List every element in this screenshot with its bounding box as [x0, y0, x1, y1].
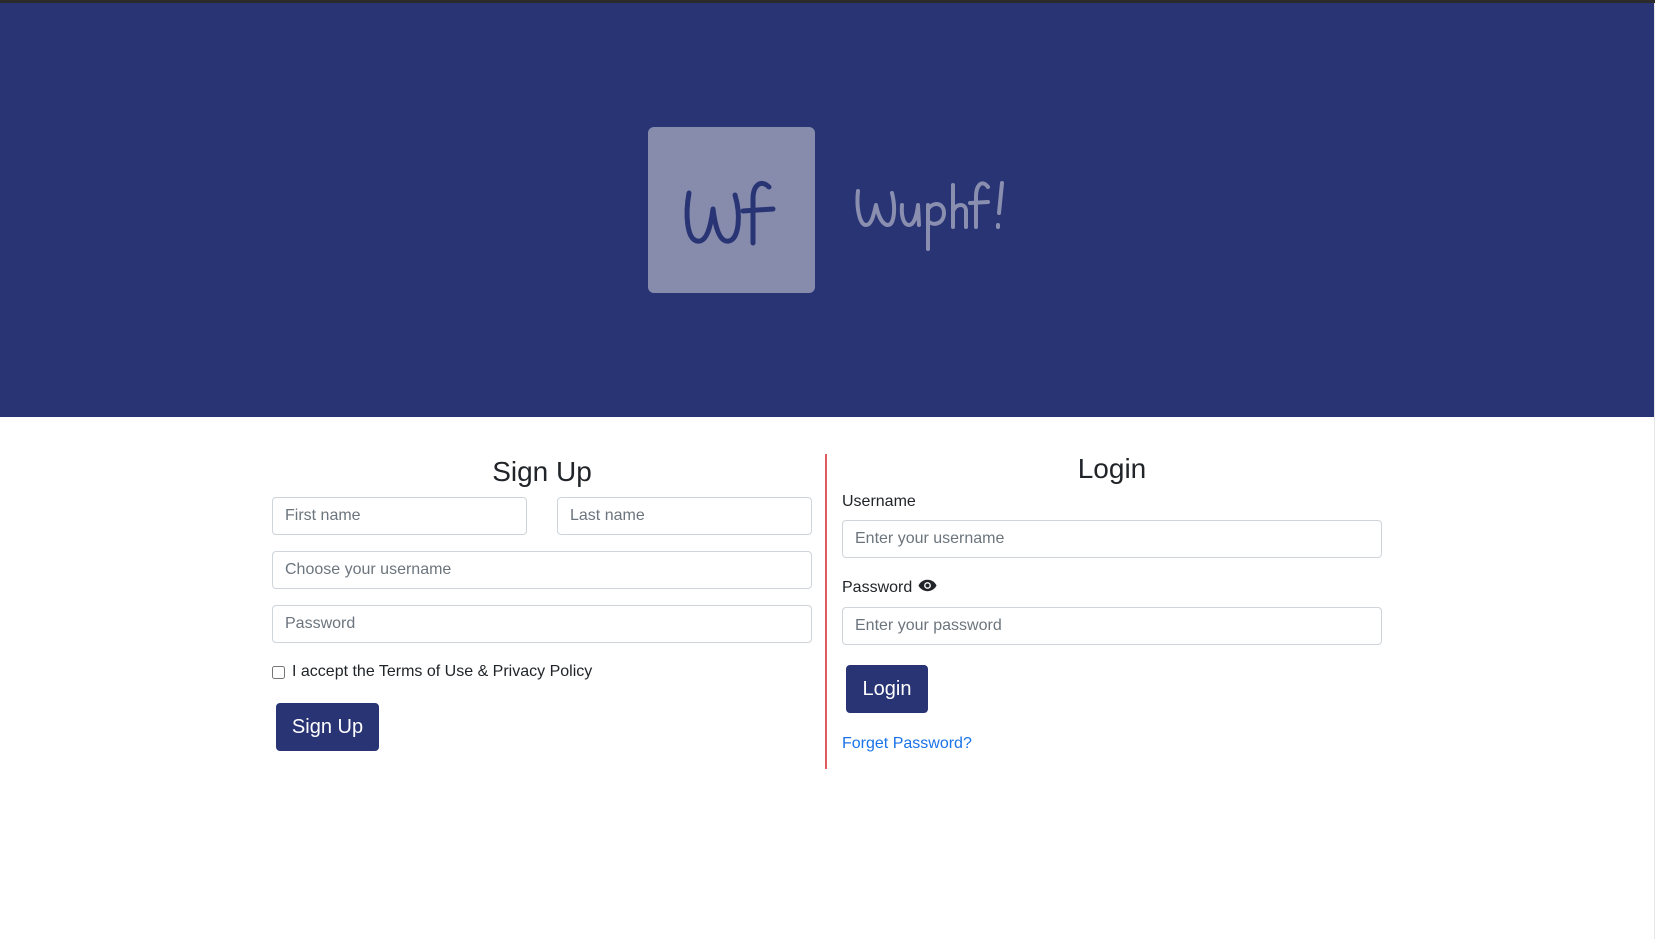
- terms-row: I accept the Terms of Use & Privacy Poli…: [272, 663, 812, 681]
- username-label: Username: [842, 492, 1382, 512]
- logo-tile: [648, 127, 815, 293]
- wordmark-lettering: [855, 181, 1004, 251]
- signup-title: Sign Up: [492, 456, 592, 487]
- hero-banner: [0, 3, 1654, 417]
- password-label: Password: [842, 578, 1382, 598]
- signup-button[interactable]: Sign Up: [276, 703, 379, 751]
- last-name-input[interactable]: [557, 497, 812, 535]
- first-name-input[interactable]: [272, 497, 527, 535]
- login-button[interactable]: Login: [846, 665, 928, 713]
- login-username-input[interactable]: [842, 520, 1382, 558]
- password-label-text: Password: [842, 579, 913, 596]
- signup-password-input[interactable]: [272, 605, 812, 643]
- section-divider: [825, 454, 827, 769]
- signup-form: Sign Up I accept the Terms of Use & Priv…: [272, 455, 812, 751]
- username-label-text: Username: [842, 493, 916, 510]
- wordmark: [852, 171, 1022, 261]
- terms-label: I accept the Terms of Use & Privacy Poli…: [292, 663, 593, 680]
- terms-checkbox[interactable]: [272, 665, 285, 679]
- login-form: Login Username Password Login Forget Pas…: [842, 452, 1382, 753]
- signup-username-input[interactable]: [272, 551, 812, 589]
- eye-icon[interactable]: [918, 578, 937, 598]
- forgot-password-link[interactable]: Forget Password?: [842, 735, 972, 753]
- name-row: [272, 497, 812, 535]
- login-password-input[interactable]: [842, 607, 1382, 645]
- login-title: Login: [1077, 453, 1147, 484]
- logo-mark: [684, 181, 775, 246]
